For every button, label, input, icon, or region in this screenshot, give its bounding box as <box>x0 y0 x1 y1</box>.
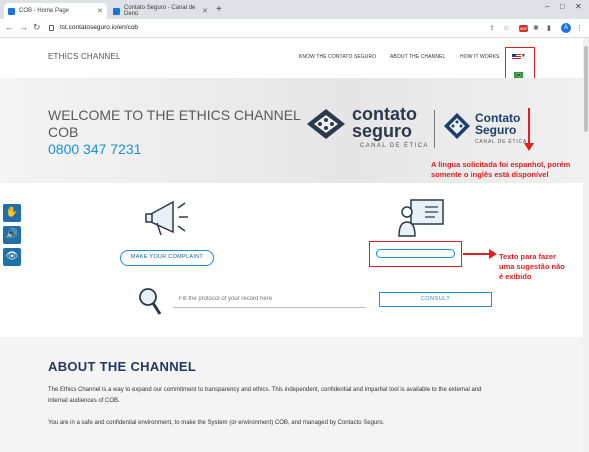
arrow-down-icon <box>524 143 534 151</box>
consult-button[interactable]: CONSULT <box>379 292 492 307</box>
tab-title: Contato Seguro - Canal de Denú <box>124 5 196 17</box>
close-tab-icon[interactable]: ✕ <box>202 7 208 15</box>
site-logo[interactable]: ETHICS CHANNEL <box>48 52 121 61</box>
about-title: ABOUT THE CHANNEL <box>48 359 197 374</box>
brand-tagline: CANAL DE ÉTICA <box>360 143 429 149</box>
brand-name-secondary: Contato Seguro <box>475 111 521 137</box>
back-icon[interactable]: ← <box>5 22 14 32</box>
suggestion-button[interactable] <box>376 249 455 258</box>
about-paragraph-1: The Ethics Channel is a way to expand ou… <box>48 387 482 404</box>
forward-icon[interactable]: → <box>19 22 28 32</box>
bookmark-star-icon[interactable]: ☆ <box>503 24 509 32</box>
scrollbar-thumb[interactable] <box>584 46 588 132</box>
magnifier-icon <box>139 288 162 315</box>
contato-seguro-logo-icon <box>307 109 345 139</box>
browser-toolbar: ← → ↻ tst.contatoseguro.io/en/cob ⇪ ☆ AB… <box>0 19 589 38</box>
contato-seguro-small-logo-icon <box>444 113 470 139</box>
nav-about-channel[interactable]: ABOUT THE CHANNEL <box>390 54 445 60</box>
site-favicon-icon <box>8 7 15 15</box>
browser-tab-contato[interactable]: Contato Seguro - Canal de Denú ✕ <box>109 3 212 19</box>
nav-know-contato-seguro[interactable]: KNOW THE CONTATO SEGURO <box>299 54 376 60</box>
brand-name: contato seguro <box>352 104 417 141</box>
presenter-board-icon <box>398 199 444 237</box>
annotation-arrow-suggestion <box>463 253 491 255</box>
tab-title: COB - Home Page <box>19 8 70 14</box>
audio-reader-icon[interactable]: 🔊 <box>3 226 21 244</box>
address-bar[interactable]: tst.contatoseguro.io/en/cob <box>60 24 138 31</box>
browser-tab-bar: COB - Home Page ✕ Contato Seguro - Canal… <box>0 0 589 19</box>
profile-avatar[interactable]: A <box>561 23 571 33</box>
side-panel-icon[interactable]: ▮ <box>547 24 551 32</box>
high-contrast-icon[interactable]: 👁 <box>3 248 21 266</box>
minimize-icon[interactable]: – <box>545 2 549 11</box>
menu-kebab-icon[interactable]: ⋮ <box>576 24 583 32</box>
site-favicon-icon <box>113 7 120 15</box>
brand-tagline-secondary: CANAL DE ÉTICA <box>475 139 528 145</box>
about-paragraph-2: You are in a safe and confidential envir… <box>48 420 385 426</box>
sign-language-icon[interactable]: ✋ <box>3 204 21 222</box>
language-annotation: A língua solicitada foi espanhol, porém … <box>431 160 571 179</box>
maximize-icon[interactable]: □ <box>560 2 565 11</box>
lock-icon[interactable] <box>49 25 54 31</box>
us-flag-icon[interactable] <box>512 54 521 60</box>
extensions-puzzle-icon[interactable]: ✱ <box>533 24 539 32</box>
close-tab-icon[interactable]: ✕ <box>97 7 103 15</box>
adblock-extension-icon[interactable]: ABP <box>519 25 528 32</box>
share-icon[interactable]: ⇪ <box>489 24 495 32</box>
close-window-icon[interactable]: ✕ <box>575 2 582 11</box>
brand-divider <box>434 110 435 148</box>
company-name: COB <box>48 124 79 140</box>
arrow-right-icon <box>489 249 497 259</box>
browser-tab-cob[interactable]: COB - Home Page ✕ <box>4 3 107 19</box>
suggestion-annotation: Texto para fazer uma sugestão não é exib… <box>499 252 565 281</box>
nav-how-it-works[interactable]: HOW IT WORKS <box>460 54 499 60</box>
page-title: WELCOME TO THE ETHICS CHANNEL <box>48 107 301 123</box>
reload-icon[interactable]: ↻ <box>33 22 41 33</box>
annotation-arrow-language <box>528 108 530 144</box>
site-header: ETHICS CHANNEL KNOW THE CONTATO SEGURO A… <box>0 38 583 78</box>
make-complaint-button[interactable]: MAKE YOUR COMPLAINT <box>120 250 214 266</box>
chevron-down-icon[interactable]: ▼ <box>521 53 526 59</box>
phone-number[interactable]: 0800 347 7231 <box>48 141 141 157</box>
megaphone-icon <box>145 200 188 236</box>
protocol-input[interactable] <box>173 290 366 308</box>
new-tab-icon[interactable]: + <box>216 4 222 15</box>
